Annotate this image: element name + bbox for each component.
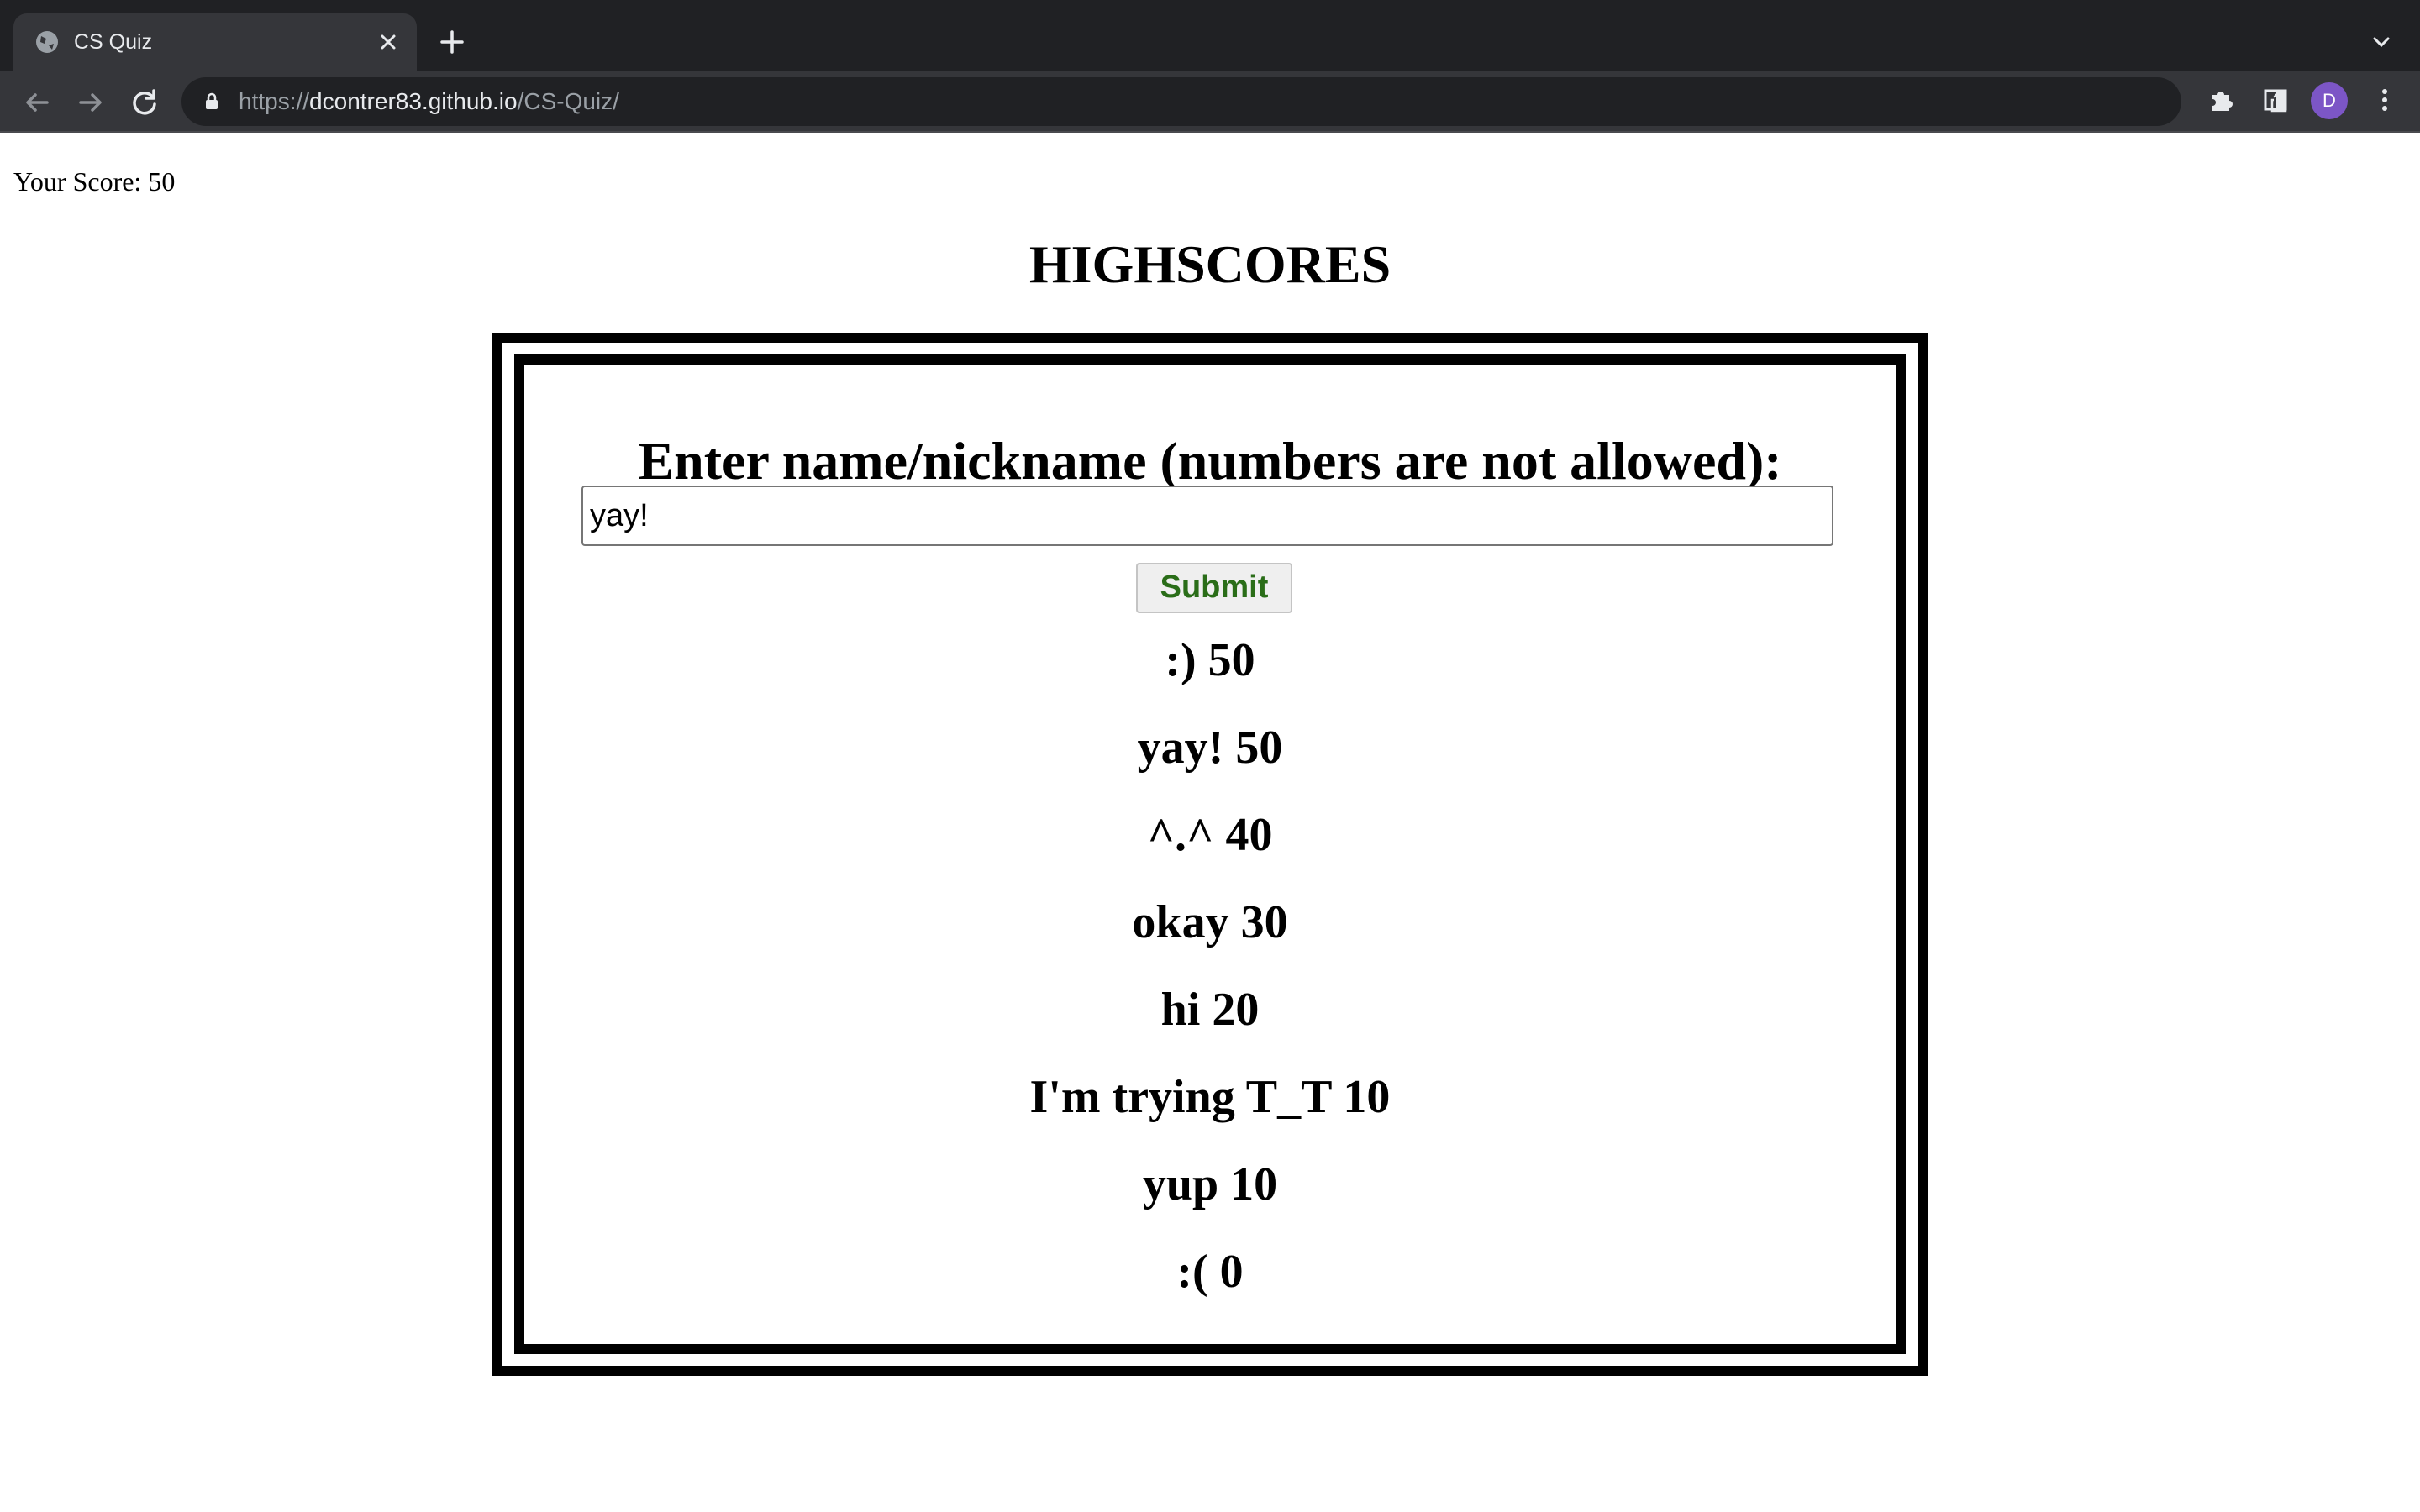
new-tab-plus-icon[interactable] bbox=[437, 27, 467, 57]
extensions-puzzle-icon[interactable] bbox=[2207, 85, 2237, 115]
submit-button[interactable]: Submit bbox=[1136, 563, 1292, 613]
address-bar[interactable]: https://dcontrer83.github.io/CS-Quiz/ bbox=[182, 77, 2344, 126]
highscore-entry: I'm trying T_T 10 bbox=[1029, 1071, 1391, 1123]
highscore-entry: :( 0 bbox=[1176, 1246, 1244, 1298]
highscore-entry: yay! 50 bbox=[1137, 722, 1283, 774]
tab-strip: CS Quiz bbox=[0, 0, 2420, 71]
url-text[interactable]: https://dcontrer83.github.io/CS-Quiz/ bbox=[239, 77, 619, 126]
kebab-menu-icon[interactable] bbox=[2370, 85, 2400, 115]
back-arrow-icon[interactable] bbox=[20, 86, 54, 119]
highscore-entry: ^.^ 40 bbox=[1147, 809, 1273, 861]
highscore-entry: :) 50 bbox=[1165, 634, 1255, 686]
name-input[interactable] bbox=[581, 486, 1833, 546]
chevron-down-icon[interactable] bbox=[2368, 29, 2395, 55]
highscores-frame-outer: Enter name/nickname (numbers are not all… bbox=[492, 333, 1928, 1376]
name-prompt: Enter name/nickname (numbers are not all… bbox=[638, 431, 1782, 491]
forward-arrow-icon[interactable] bbox=[74, 86, 108, 119]
reload-icon[interactable] bbox=[128, 86, 161, 119]
highscores-frame-inner: Enter name/nickname (numbers are not all… bbox=[514, 354, 1906, 1354]
close-icon[interactable] bbox=[375, 29, 402, 55]
url-host: dcontrer83.github.io bbox=[309, 88, 518, 114]
side-panel-icon[interactable] bbox=[2260, 85, 2291, 115]
your-score-text: Your Score: 50 bbox=[13, 166, 176, 197]
tab-title: CS Quiz bbox=[74, 30, 153, 54]
lock-icon[interactable] bbox=[202, 92, 222, 112]
highscore-entry: yup 10 bbox=[1142, 1158, 1278, 1210]
highscore-entry: okay 30 bbox=[1132, 896, 1288, 948]
highscores-list: :) 50 yay! 50 ^.^ 40 okay 30 hi 20 I'm t… bbox=[524, 617, 1896, 1315]
url-path: /CS-Quiz/ bbox=[517, 88, 619, 114]
page-title: HIGHSCORES bbox=[1028, 234, 1392, 294]
profile-avatar[interactable]: D bbox=[2311, 82, 2348, 119]
highscore-entry: hi 20 bbox=[1160, 984, 1260, 1036]
globe-icon bbox=[36, 31, 58, 53]
browser-toolbar: https://dcontrer83.github.io/CS-Quiz/ bbox=[0, 71, 2420, 133]
url-scheme: https:// bbox=[239, 88, 310, 114]
tab-cs-quiz[interactable]: CS Quiz bbox=[13, 13, 417, 71]
